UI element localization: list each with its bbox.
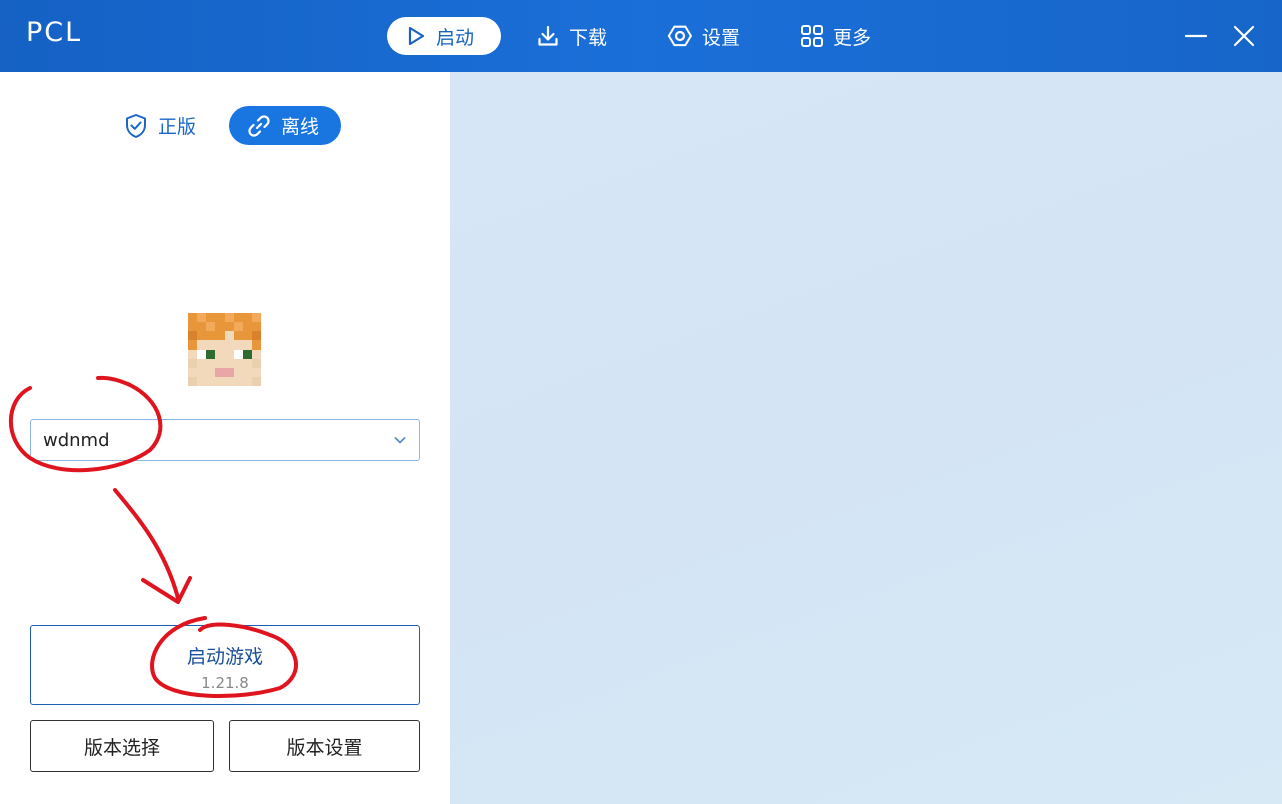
- avatar-pixel: [251, 322, 261, 332]
- avatar-pixel: [251, 313, 261, 323]
- avatar-pixel: [242, 349, 252, 359]
- avatar-pixel: [215, 358, 225, 368]
- avatar-pixel: [233, 349, 243, 359]
- avatar-pixel: [188, 322, 198, 332]
- chevron-down-icon: [394, 437, 406, 444]
- avatar-pixel: [206, 340, 216, 350]
- avatar-pixel: [242, 376, 252, 386]
- avatar-pixel: [251, 367, 261, 377]
- avatar-pixel: [197, 313, 207, 323]
- avatar-pixel: [215, 322, 225, 332]
- launch-game-label: 启动游戏: [186, 646, 263, 668]
- link-icon: [248, 114, 270, 137]
- version-settings-button[interactable]: 版本设置: [229, 720, 420, 772]
- play-icon: [408, 26, 425, 46]
- avatar-pixel: [233, 367, 243, 377]
- nav-more[interactable]: 更多: [800, 17, 871, 55]
- avatar-pixel: [242, 313, 252, 323]
- avatar-pixel: [188, 349, 198, 359]
- avatar-pixel: [224, 367, 234, 377]
- avatar-pixel: [215, 349, 225, 359]
- avatar-pixel: [242, 331, 252, 341]
- nav-download[interactable]: 下载: [536, 17, 607, 55]
- avatar-pixel: [233, 358, 243, 368]
- avatar-pixel: [188, 358, 198, 368]
- avatar-pixel: [197, 331, 207, 341]
- download-icon: [538, 25, 558, 46]
- avatar-pixel: [206, 322, 216, 332]
- avatar-pixel: [197, 322, 207, 332]
- grid-icon: [801, 25, 823, 47]
- avatar-pixel: [233, 340, 243, 350]
- avatar-pixel: [251, 331, 261, 341]
- avatar-pixel: [215, 376, 225, 386]
- avatar-pixel: [197, 340, 207, 350]
- username-value: wdnmd: [43, 429, 110, 451]
- avatar-pixel: [224, 331, 234, 341]
- avatar-pixel: [224, 376, 234, 386]
- avatar-pixel: [188, 367, 198, 377]
- avatar-pixel: [215, 331, 225, 341]
- nav-launch[interactable]: 启动: [387, 17, 501, 55]
- title-bar: PCL 启动 下载 设置 更多: [0, 0, 1282, 72]
- avatar-pixel: [188, 313, 198, 323]
- avatar-pixel: [233, 376, 243, 386]
- avatar-pixel: [188, 340, 198, 350]
- avatar-pixel: [206, 367, 216, 377]
- tab-offline-label: 离线: [281, 116, 320, 138]
- nav-download-label: 下载: [569, 26, 608, 49]
- nav-settings-label: 设置: [702, 26, 741, 49]
- avatar-pixel: [224, 340, 234, 350]
- avatar-pixel: [224, 322, 234, 332]
- nav-more-label: 更多: [833, 26, 872, 49]
- avatar-pixel: [188, 331, 198, 341]
- tab-premium[interactable]: 正版: [124, 106, 196, 145]
- launch-game-version: 1.21.8: [201, 674, 249, 692]
- avatar-pixel: [251, 376, 261, 386]
- avatar-pixel: [224, 313, 234, 323]
- avatar-pixel: [197, 376, 207, 386]
- avatar-pixel: [242, 340, 252, 350]
- avatar-pixel: [197, 358, 207, 368]
- avatar-pixel: [206, 358, 216, 368]
- shield-check-icon: [126, 113, 146, 138]
- launch-game-button[interactable]: 启动游戏 1.21.8: [30, 625, 420, 705]
- version-select-label: 版本选择: [83, 736, 160, 759]
- nav-launch-label: 启动: [436, 26, 475, 49]
- avatar-pixel: [206, 376, 216, 386]
- player-head-icon: [188, 313, 261, 386]
- avatar-pixel: [233, 331, 243, 341]
- avatar-pixel: [215, 313, 225, 323]
- avatar-pixel: [242, 367, 252, 377]
- hexagon-gear-icon: [667, 25, 692, 47]
- avatar-pixel: [206, 331, 216, 341]
- avatar-pixel: [224, 349, 234, 359]
- avatar-pixel: [242, 358, 252, 368]
- avatar-pixel: [215, 367, 225, 377]
- avatar-pixel: [251, 349, 261, 359]
- avatar-pixel: [251, 358, 261, 368]
- content-area: [450, 72, 1282, 804]
- tab-premium-label: 正版: [158, 116, 197, 138]
- avatar-pixel: [251, 340, 261, 350]
- avatar-pixel: [197, 349, 207, 359]
- close-icon[interactable]: [1230, 22, 1258, 50]
- avatar-pixel: [188, 376, 198, 386]
- avatar-pixel: [242, 322, 252, 332]
- avatar-pixel: [206, 313, 216, 323]
- avatar-pixel: [197, 367, 207, 377]
- avatar-pixel: [233, 313, 243, 323]
- tab-offline[interactable]: 离线: [229, 106, 341, 145]
- minimize-icon[interactable]: [1182, 22, 1210, 50]
- avatar-pixel: [206, 349, 216, 359]
- avatar-pixel: [224, 358, 234, 368]
- version-select-button[interactable]: 版本选择: [30, 720, 214, 772]
- version-settings-label: 版本设置: [286, 736, 363, 759]
- username-select[interactable]: wdnmd: [30, 419, 420, 461]
- app-title: PCL: [26, 17, 83, 48]
- avatar-pixel: [215, 340, 225, 350]
- left-panel: 正版 离线 wdnmd 启动游戏 1.21.8 版本选择 版本设置: [0, 72, 450, 804]
- nav-settings[interactable]: 设置: [667, 17, 740, 55]
- avatar-pixel: [233, 322, 243, 332]
